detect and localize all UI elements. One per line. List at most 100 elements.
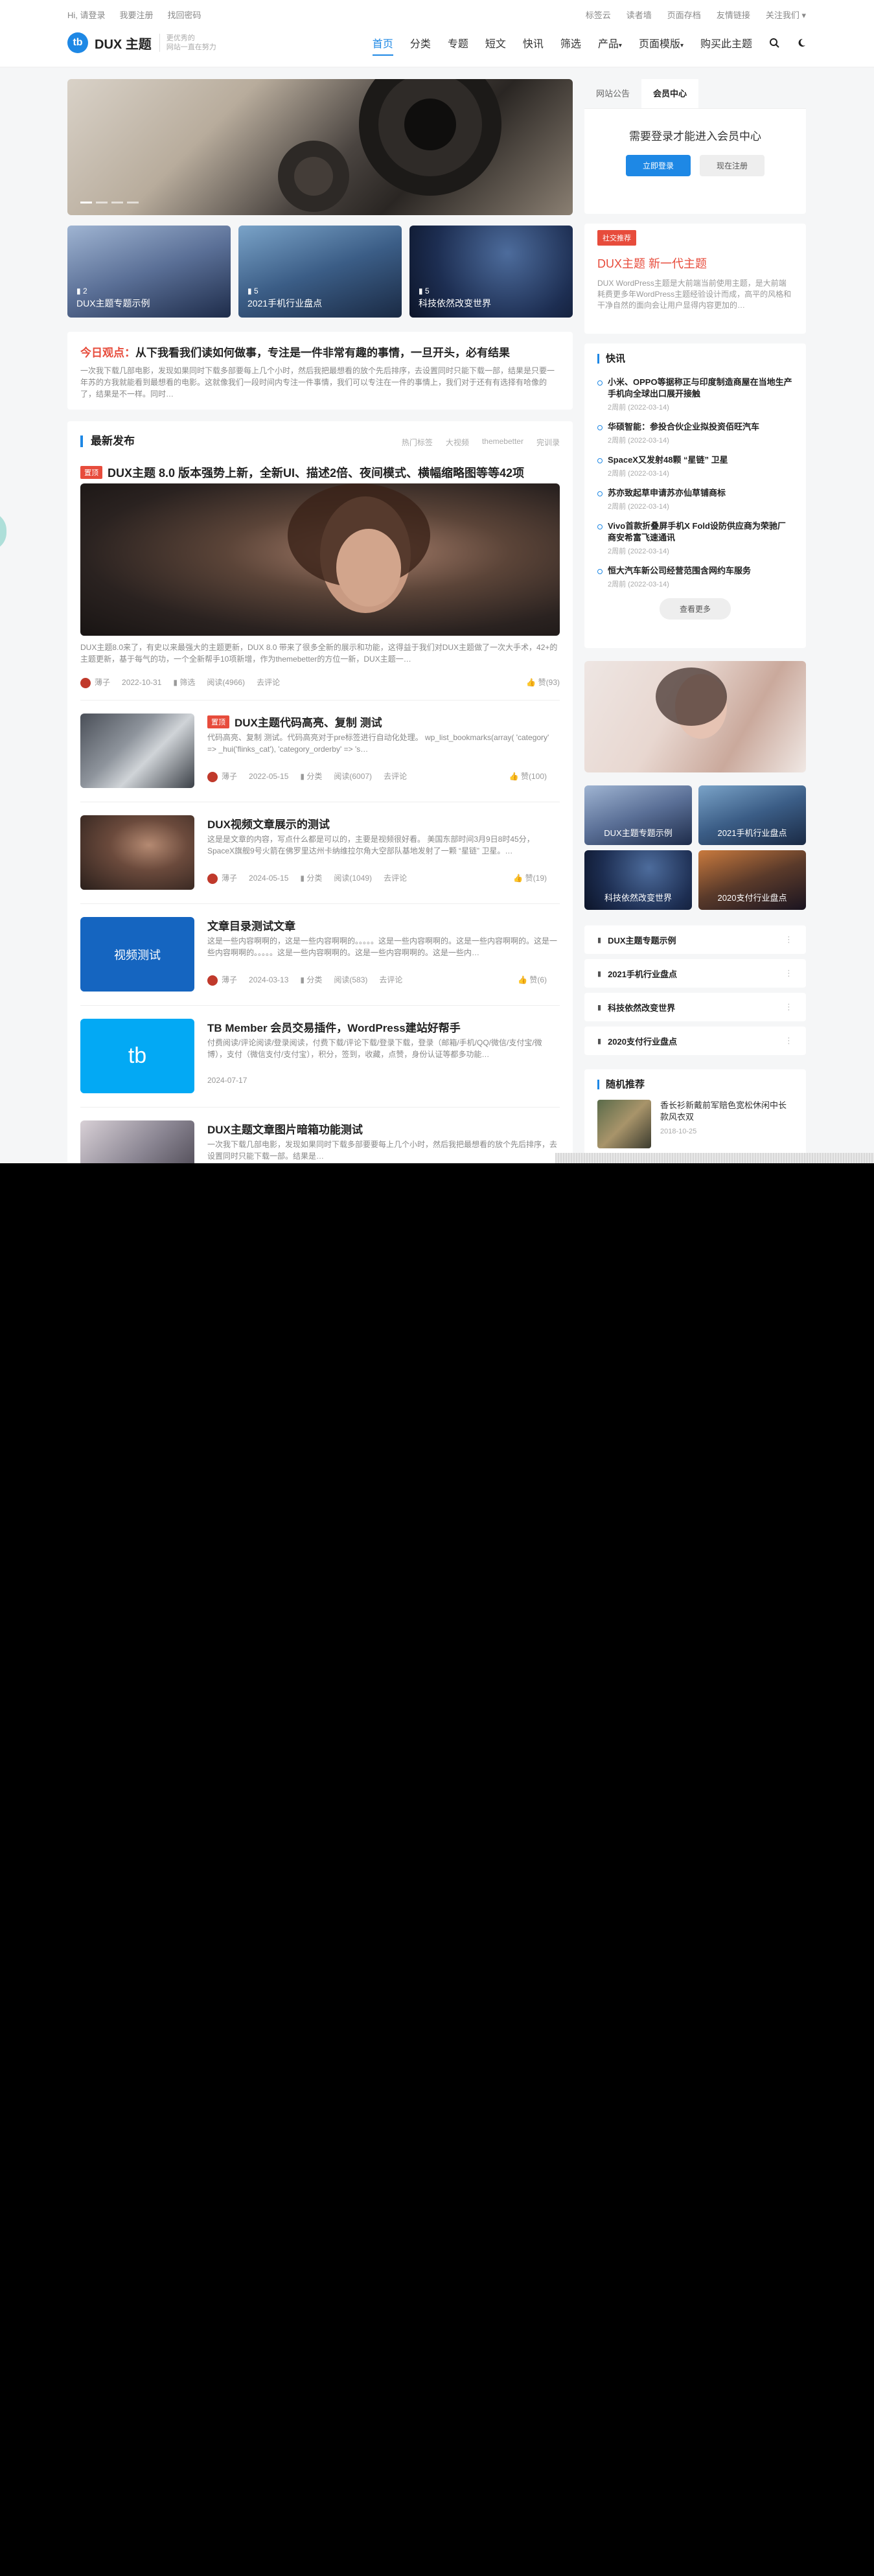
recommend-item[interactable]: 香长衫新戴前军赔色宽松休闲中长款风衣双 2018-10-25 — [597, 1100, 793, 1148]
news-item[interactable]: Vivo首款折叠屏手机X Fold设防供应商为荣驰厂商安希富飞速通讯 2周前 (2… — [597, 520, 793, 556]
more-button[interactable]: 查看更多 — [660, 598, 731, 620]
post-category[interactable]: ▮ 筛选 — [173, 677, 195, 688]
post-item: 视频测试 文章目录测试文章 这是一些内容啊啊的，这是一些内容啊啊的。。。。。这是… — [80, 903, 560, 1001]
tab-announcement[interactable]: 网站公告 — [584, 79, 641, 108]
nav-filter[interactable]: 筛选 — [560, 35, 581, 51]
topic-link[interactable]: ▮ DUX主题专题示例 ⋮ — [584, 925, 806, 954]
horizontal-scrollbar[interactable] — [555, 1153, 874, 1163]
login-link[interactable]: Hi, 请登录 — [67, 8, 106, 21]
forgot-password-link[interactable]: 找回密码 — [168, 8, 201, 21]
featured-image[interactable] — [80, 483, 560, 636]
nav-templates[interactable]: 页面模版▾ — [639, 35, 684, 51]
post-thumbnail[interactable] — [80, 1120, 194, 1163]
featured-post-title[interactable]: 置顶 DUX主题 8.0 版本强势上新，全新UI、描述2倍、夜间模式、横幅缩略图… — [80, 464, 524, 481]
like-button[interactable]: 👍 赞(93) — [526, 677, 560, 688]
post-comments[interactable]: 去评论 — [384, 771, 407, 782]
login-button[interactable]: 立即登录 — [625, 155, 691, 176]
nav-short[interactable]: 短文 — [485, 35, 506, 51]
topic-tile[interactable]: 2020支付行业盘点 — [698, 850, 806, 910]
author[interactable]: 薄子 — [207, 872, 237, 884]
ad-desc: DUX WordPress主题是大前端当前使用主题，是大前端耗费更多年WordP… — [597, 279, 792, 310]
post-title[interactable]: DUX视频文章展示的测试 — [207, 815, 330, 831]
like-button[interactable]: 👍 赞(6) — [518, 974, 547, 985]
heading-tag[interactable]: 热门标签 — [402, 437, 433, 448]
heading-tag[interactable]: 完训录 — [536, 437, 560, 448]
author-name: 薄子 — [222, 975, 238, 984]
author[interactable]: 薄子 — [207, 771, 237, 782]
news-item[interactable]: SpaceX又发射48颗 “星链” 卫星 2周前 (2022-03-14) — [597, 454, 793, 478]
nav-products[interactable]: 产品▾ — [598, 35, 622, 51]
post-category[interactable]: ▮ 分类 — [300, 872, 322, 883]
nav-flash[interactable]: 快讯 — [523, 35, 544, 51]
tab-member[interactable]: 会员中心 — [641, 79, 699, 108]
topbar-link-friends[interactable]: 友情链接 — [717, 8, 750, 21]
topic-card[interactable]: ▮ 2 DUX主题专题示例 — [67, 226, 231, 318]
heading-tag[interactable]: themebetter — [482, 437, 523, 448]
news-item[interactable]: 恒大汽车新公司经营范围含网约车服务 2周前 (2022-03-14) — [597, 565, 793, 589]
news-date: 2周前 (2022-03-14) — [608, 470, 669, 478]
like-button[interactable]: 👍 赞(100) — [509, 771, 547, 782]
register-button[interactable]: 现在注册 — [700, 155, 765, 176]
post-meta: 薄子 2022-05-15 ▮ 分类 阅读(6007) 去评论 — [207, 771, 407, 782]
post-title[interactable]: 文章目录测试文章 — [207, 917, 295, 933]
topbar-link-tags[interactable]: 标签云 — [586, 8, 611, 21]
news-item[interactable]: 小米、OPPO等据称正与印度制造商屋在当地生产手机向全球出口展开接触 2周前 (2… — [597, 377, 793, 412]
widget-tabs: 网站公告 会员中心 — [584, 79, 806, 109]
post-thumbnail[interactable] — [80, 815, 194, 890]
post-thumbnail[interactable]: tb — [80, 1019, 194, 1093]
post-title[interactable]: 置顶 DUX主题代码高亮、复制 测试 — [207, 714, 382, 730]
author[interactable]: 薄子 — [80, 677, 110, 688]
post-title[interactable]: DUX主题文章图片暗箱功能测试 — [207, 1120, 363, 1137]
register-link[interactable]: 我要注册 — [120, 8, 154, 21]
post-comments[interactable]: 去评论 — [379, 974, 402, 985]
news-date: 2周前 (2022-03-14) — [608, 581, 669, 588]
hero-slider[interactable] — [67, 79, 573, 215]
post-excerpt: 代码高亮、复制 测试。代码高亮对于pre标签进行自动化处理。 wp_list_b… — [207, 733, 549, 754]
post-title-text: DUX主题代码高亮、复制 测试 — [235, 717, 382, 729]
topic-tile[interactable]: 2021手机行业盘点 — [698, 785, 806, 845]
post-category[interactable]: ▮ 分类 — [300, 974, 322, 985]
post-thumbnail[interactable]: 视频测试 — [80, 917, 194, 992]
post-title[interactable]: TB Member 会员交易插件，WordPress建站好帮手 — [207, 1019, 461, 1035]
post-comments[interactable]: 去评论 — [384, 872, 407, 883]
slogan-line-1: 更优秀的 — [166, 34, 195, 42]
post-date: 2024-07-17 — [207, 1076, 247, 1085]
notice-title[interactable]: 今日观点：从下我看我们读如何做事，专注是一件非常有趣的事情，一旦开头，必有结果 — [80, 343, 560, 360]
news-title: SpaceX又发射48颗 “星链” 卫星 — [608, 455, 728, 465]
slider-dot[interactable] — [96, 202, 108, 203]
search-icon[interactable] — [769, 38, 779, 48]
topbar-link-readers[interactable]: 读者墙 — [627, 8, 652, 21]
nav-category[interactable]: 分类 — [410, 35, 431, 51]
news-item[interactable]: 苏亦致起草申请苏亦仙草铺商标 2周前 (2022-03-14) — [597, 487, 793, 511]
topic-card[interactable]: ▮ 5 2021手机行业盘点 — [238, 226, 402, 318]
news-item[interactable]: 华硕智能：参投合伙企业拟投资佰旺汽车 2周前 (2022-03-14) — [597, 421, 793, 445]
topic-card[interactable]: ▮ 5 科技依然改变世界 — [409, 226, 573, 318]
topic-link[interactable]: ▮ 2020支付行业盘点 ⋮ — [584, 1027, 806, 1055]
topbar-link-archives[interactable]: 页面存档 — [667, 8, 701, 21]
heading-tag[interactable]: 大视频 — [446, 437, 469, 448]
topic-link[interactable]: ▮ 2021手机行业盘点 ⋮ — [584, 959, 806, 988]
author[interactable]: 薄子 — [207, 974, 237, 986]
topic-link[interactable]: ▮ 科技依然改变世界 ⋮ — [584, 993, 806, 1021]
post-comments[interactable]: 去评论 — [257, 677, 280, 688]
site-logo[interactable]: tb DUX 主题 更优秀的 网站一直在努力 — [67, 32, 216, 53]
nav-buy[interactable]: 购买此主题 — [700, 35, 752, 51]
topbar-link-follow[interactable]: 关注我们 ▾ — [766, 8, 806, 21]
dark-mode-icon[interactable] — [796, 38, 807, 48]
like-count: 赞(100) — [520, 772, 547, 781]
slider-dot[interactable] — [80, 202, 92, 203]
topic-tile[interactable]: DUX主题专题示例 — [584, 785, 692, 845]
slider-dot[interactable] — [111, 202, 123, 203]
topic-link-label: 科技依然改变世界 — [608, 1003, 676, 1013]
sidebar-banner[interactable] — [584, 661, 806, 772]
post-category[interactable]: ▮ 分类 — [300, 771, 322, 782]
slider-dot[interactable] — [127, 202, 139, 203]
ad-title[interactable]: DUX主题 新一代主题 — [597, 255, 793, 272]
post-thumbnail[interactable] — [80, 714, 194, 788]
avatar — [207, 975, 218, 986]
topic-tile[interactable]: 科技依然改变世界 — [584, 850, 692, 910]
nav-home[interactable]: 首页 — [372, 35, 393, 56]
topic-tile-label: 科技依然改变世界 — [604, 893, 672, 903]
like-button[interactable]: 👍 赞(19) — [513, 872, 547, 883]
nav-topics[interactable]: 专题 — [448, 35, 468, 51]
